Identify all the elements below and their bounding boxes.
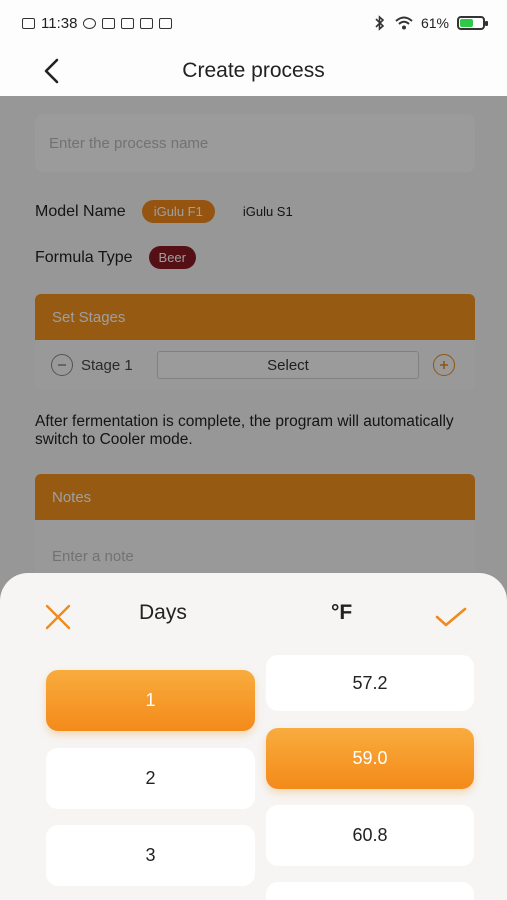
sheet-confirm-button[interactable] (434, 601, 468, 633)
days-option[interactable]: 3 (46, 825, 255, 886)
sheet-close-button[interactable] (42, 601, 74, 633)
battery-icon (457, 16, 488, 30)
status-left: 11:38 (22, 14, 173, 32)
book-icon (159, 17, 173, 29)
status-bar: 11:38 61% (0, 0, 507, 46)
checkmark-icon (435, 607, 467, 627)
battery-fill (460, 19, 474, 27)
days-option[interactable]: 2 (46, 748, 255, 809)
temp-option[interactable]: 57.2 (266, 655, 474, 711)
status-right: 61% (373, 15, 488, 31)
days-option[interactable]: 1 (46, 670, 255, 731)
temp-option[interactable]: 59.0 (266, 728, 474, 789)
chevron-left-icon (44, 58, 59, 84)
battery-percent: 61% (420, 15, 449, 31)
cat-icon (121, 17, 135, 29)
back-button[interactable] (36, 54, 68, 88)
stage-picker-sheet: Days °F 1 2 3 57.2 59.0 60.8 (0, 573, 507, 900)
temp-option[interactable]: 60.8 (266, 805, 474, 866)
temp-column-title: °F (331, 601, 353, 624)
app-icon (102, 17, 116, 29)
bluetooth-icon (375, 15, 385, 31)
app-header: Create process (0, 46, 507, 96)
sheet-header: Days °F (0, 573, 507, 659)
close-icon (45, 604, 71, 630)
wechat-icon (83, 17, 97, 29)
wifi-icon (395, 16, 413, 30)
page-title: Create process (182, 59, 325, 82)
temp-option-partial[interactable] (266, 882, 474, 900)
photo-icon (140, 17, 154, 29)
notification-icon (22, 17, 35, 29)
status-time: 11:38 (41, 14, 78, 32)
days-column-title: Days (139, 601, 187, 624)
